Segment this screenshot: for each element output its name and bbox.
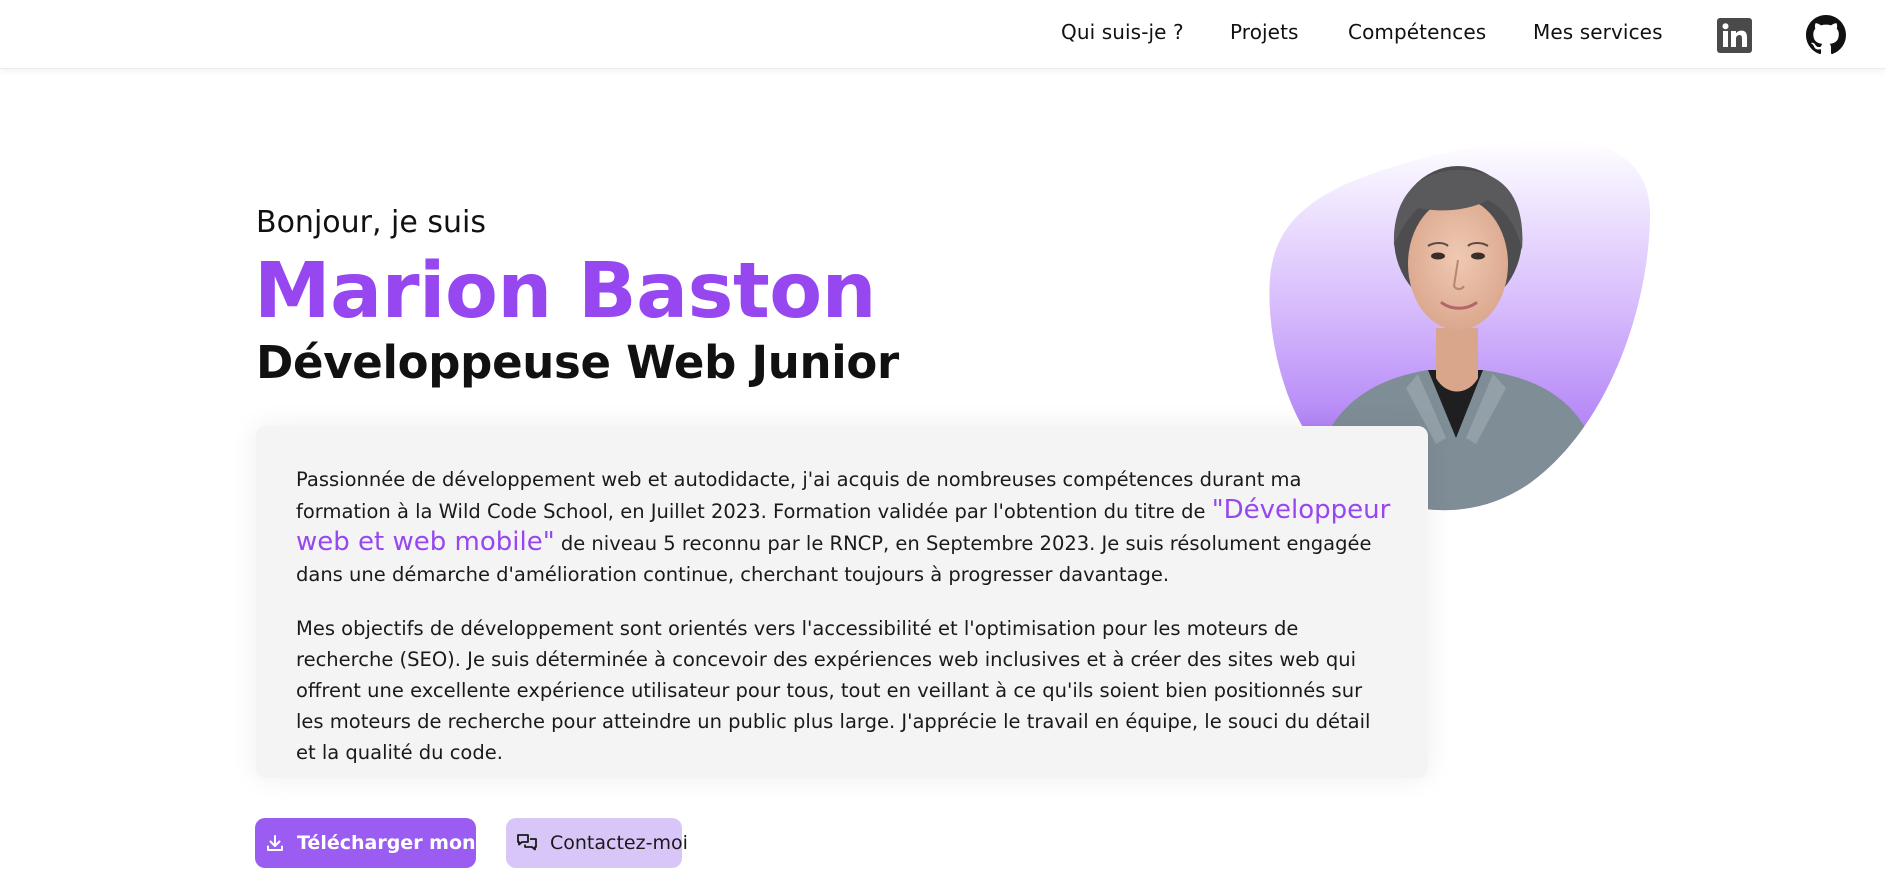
nav-link-projets[interactable]: Projets: [1230, 20, 1299, 44]
download-cv-button[interactable]: Télécharger mon CV: [255, 818, 511, 868]
nav-link-competences[interactable]: Compétences: [1348, 20, 1486, 44]
hero-name: Marion Baston: [254, 247, 876, 336]
bio-paragraph-2: Mes objectifs de développement sont orie…: [296, 617, 1371, 764]
linkedin-icon: [1716, 17, 1752, 53]
bio-paragraph-1: Passionnée de développement web et autod…: [296, 464, 1392, 590]
contact-button[interactable]: Contactez-moi: [506, 818, 688, 868]
linkedin-link[interactable]: [1714, 15, 1754, 55]
bio-card: Passionnée de développement web et autod…: [256, 426, 1428, 778]
hero-role: Développeuse Web Junior: [256, 336, 899, 389]
hero-greeting: Bonjour, je suis: [256, 205, 486, 240]
download-cv-label: Télécharger mon CV: [297, 832, 511, 854]
github-link[interactable]: [1806, 15, 1846, 55]
nav-link-mes-services[interactable]: Mes services: [1533, 20, 1663, 44]
bio-paragraph-1-text: Passionnée de développement web et autod…: [296, 468, 1302, 523]
download-icon: [265, 832, 285, 854]
chat-icon: [516, 832, 538, 854]
github-icon: [1806, 15, 1846, 55]
contact-label: Contactez-moi: [550, 832, 688, 854]
top-navbar: Qui suis-je ? Projets Compétences Mes se…: [0, 0, 1886, 69]
nav-link-qui-suis-je[interactable]: Qui suis-je ?: [1061, 20, 1184, 44]
